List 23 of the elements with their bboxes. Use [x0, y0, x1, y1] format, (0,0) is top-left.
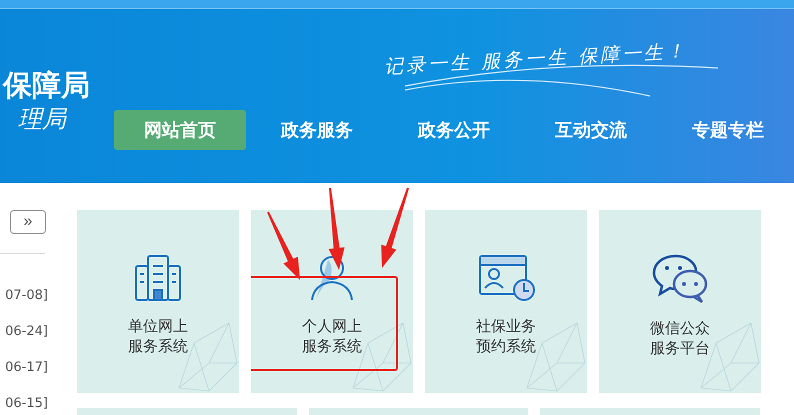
more-button[interactable]: »	[10, 210, 46, 234]
news-date: 06-17]	[5, 359, 48, 377]
nav-tab[interactable]: 政务服务	[251, 110, 383, 150]
chat-icon	[650, 254, 710, 304]
slogan: 记录一生 服务一生 保障一生！	[384, 39, 689, 80]
agency-subtitle: 理局	[18, 104, 68, 135]
service-card[interactable]: 个人网上服务系统	[251, 210, 413, 393]
service-card[interactable]: 社保业务预约系统	[425, 210, 587, 393]
news-date: 06-24]	[5, 323, 48, 341]
service-label: 微信公众服务平台	[650, 318, 710, 358]
news-date: 06-15]	[5, 395, 48, 413]
service-label: 单位网上服务系统	[128, 316, 188, 356]
nav-tab[interactable]: 互动交流	[525, 110, 657, 150]
service-card[interactable]: 单位网上服务系统	[77, 210, 239, 393]
agency-title: 保障局	[3, 67, 91, 103]
calendar-person-icon	[476, 254, 536, 302]
nav-tab[interactable]: 专题专栏	[662, 110, 794, 150]
annotation-arrow	[267, 212, 300, 280]
service-label: 社保业务预约系统	[476, 316, 536, 356]
service-label: 个人网上服务系统	[302, 316, 362, 356]
news-date: 07-08]	[5, 287, 48, 305]
building-icon	[134, 254, 182, 302]
service-card[interactable]: 微信公众服务平台	[599, 210, 761, 393]
